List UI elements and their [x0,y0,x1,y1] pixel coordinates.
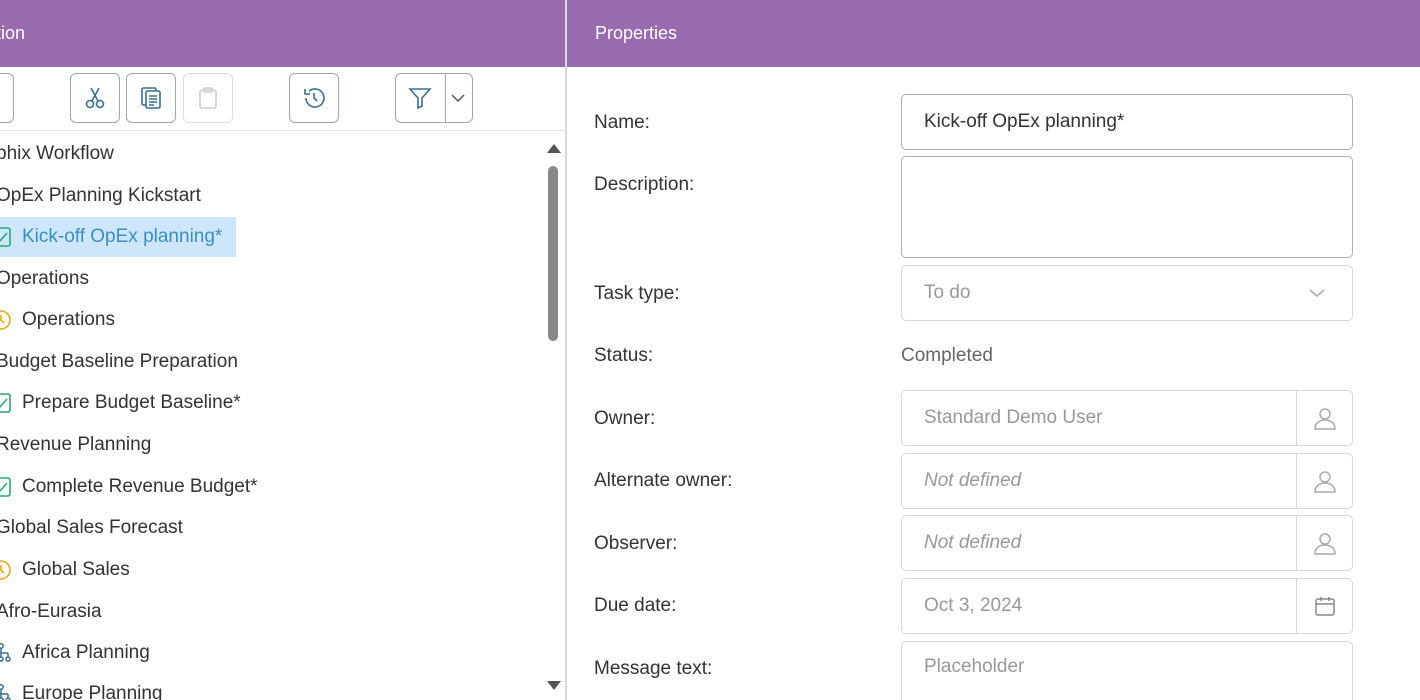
tree-item[interactable]: Complete Revenue Budget* [0,467,258,507]
tree-item-label: Operations [22,309,115,330]
properties-title: Properties [595,23,678,43]
task-type-value: To do [924,282,971,303]
tree-item-label: Global Sales Forecast [0,517,183,538]
clock-icon [0,559,12,581]
observer-picker-button[interactable] [1296,516,1352,570]
message-text-placeholder: Placeholder [924,656,1025,677]
clock-icon [0,309,12,331]
tree-item[interactable]: Europe Planning [0,674,163,700]
tree-item-selected[interactable]: Kick-off OpEx planning* [0,217,237,257]
alternate-owner-label: Alternate owner: [594,470,733,491]
user-icon [1313,533,1336,555]
tree-item[interactable]: Global Sales Forecast [0,508,183,548]
owner-label: Owner: [594,408,656,429]
user-icon [1313,408,1336,430]
tree-item-label: Prepare Budget Baseline* [22,392,241,413]
tree-item[interactable]: phix Workflow [0,134,114,174]
properties-pane: Properties Name: Kick-off OpEx planning*… [567,0,1420,700]
owner-field[interactable]: Standard Demo User [901,390,1353,446]
tree-item-label: Operations [0,268,89,289]
tree-item-label: Kick-off OpEx planning* [22,226,223,247]
name-input-value: Kick-off OpEx planning* [924,111,1125,132]
alternate-owner-field[interactable]: Not defined [901,453,1353,509]
tree-scrollbar[interactable] [544,140,562,696]
paste-button[interactable] [183,73,233,123]
alternate-owner-value: Not defined [924,470,1022,491]
toolbar-button-partial[interactable] [0,73,14,123]
hierarchy-icon [0,642,12,664]
history-button[interactable] [289,73,339,123]
cut-button[interactable] [70,73,120,123]
tree-item-label: Afro-Eurasia [0,601,102,622]
calendar-icon [1314,597,1335,616]
owner-picker-button[interactable] [1296,391,1352,445]
checkbox-icon [0,226,12,248]
name-label: Name: [594,112,650,133]
message-text-textarea[interactable]: Placeholder [901,641,1353,700]
history-icon [304,88,325,108]
task-type-label: Task type: [594,283,680,304]
tree-item[interactable]: Revenue Planning [0,425,151,465]
due-date-field[interactable]: Oct 3, 2024 [901,578,1353,634]
copy-icon [141,87,161,109]
due-date-value: Oct 3, 2024 [924,595,1023,616]
due-date-label: Due date: [594,595,677,616]
tree-item-label: Global Sales [22,559,130,580]
tree-item[interactable]: OpEx Planning Kickstart [0,176,201,216]
owner-value: Standard Demo User [924,407,1103,428]
navigation-header: tion [0,0,565,67]
tree-item[interactable]: Operations [0,300,115,340]
tree-item[interactable]: Afro-Eurasia [0,592,102,632]
tree-item-label: OpEx Planning Kickstart [0,185,201,206]
scroll-thumb[interactable] [548,166,558,341]
observer-label: Observer: [594,533,678,554]
chevron-down-icon[interactable] [449,89,467,107]
scroll-down-arrow-icon[interactable] [547,681,561,690]
user-icon [1313,471,1336,493]
tree-item-label: Africa Planning [22,642,150,663]
copy-button[interactable] [126,73,176,123]
status-value: Completed [901,345,993,366]
navigation-pane: tion [0,0,565,700]
observer-value: Not defined [924,532,1022,553]
tree-item-label: Revenue Planning [0,434,152,455]
checkbox-icon [0,476,12,498]
paste-icon [199,87,217,109]
chevron-down-icon [1309,289,1325,297]
tree-item-label: Europe Planning [22,683,163,700]
toolbar [0,67,565,131]
name-input[interactable]: Kick-off OpEx planning* [901,94,1353,150]
checkbox-icon [0,392,12,414]
filter-icon [408,88,432,110]
tree-item[interactable]: Prepare Budget Baseline* [0,383,241,423]
task-tree: phix Workflow OpEx Planning Kickstart Ki… [0,133,545,700]
hierarchy-icon [0,683,12,700]
tree-item[interactable]: Budget Baseline Preparation [0,342,238,382]
description-label: Description: [594,174,695,195]
tree-item-label: phix Workflow [0,143,114,164]
scroll-up-arrow-icon[interactable] [547,144,561,153]
message-text-label: Message text: [594,658,713,679]
date-picker-button[interactable] [1296,579,1352,633]
tree-item-label: Complete Revenue Budget* [22,476,258,497]
observer-field[interactable]: Not defined [901,515,1353,571]
tree-item-label: Budget Baseline Preparation [0,351,238,372]
tree-item[interactable]: Operations [0,259,89,299]
status-label: Status: [594,345,654,366]
task-type-select[interactable]: To do [901,265,1353,321]
cut-icon [85,87,105,109]
filter-button[interactable] [395,73,473,123]
navigation-title: tion [0,23,26,43]
description-textarea[interactable] [901,156,1353,258]
properties-header: Properties [567,0,1420,67]
alternate-owner-picker-button[interactable] [1296,454,1352,508]
tree-item[interactable]: Africa Planning [0,633,150,673]
tree-item[interactable]: Global Sales [0,550,130,590]
